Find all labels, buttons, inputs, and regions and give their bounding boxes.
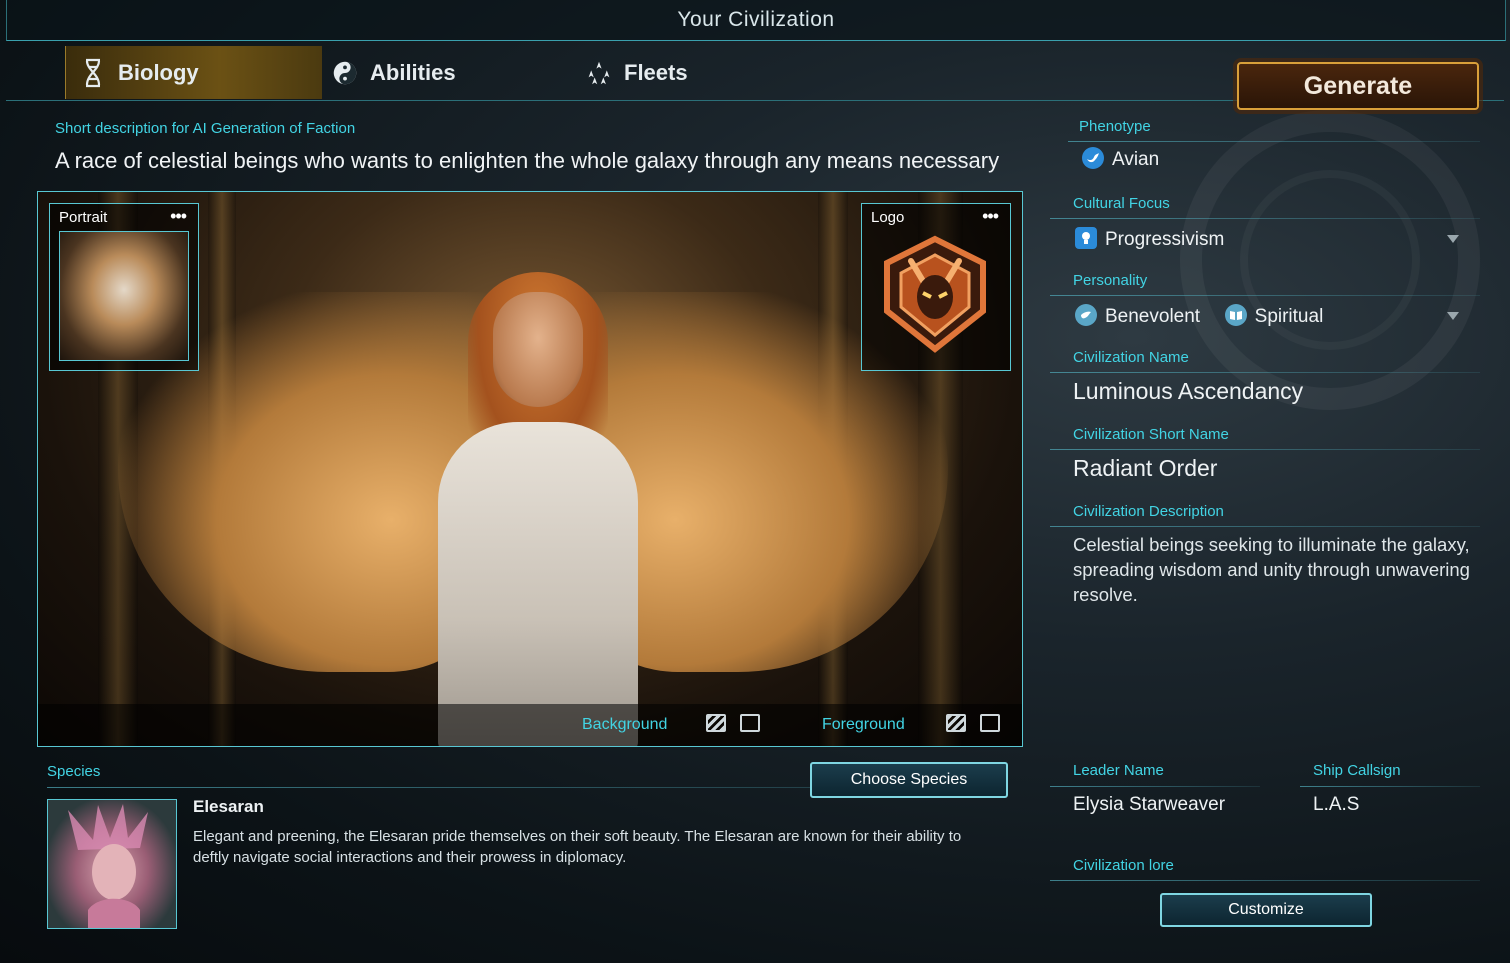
personality-label: Personality bbox=[1073, 272, 1148, 289]
divider bbox=[1050, 295, 1480, 296]
foreground-regenerate-icon[interactable] bbox=[946, 714, 966, 732]
portrait-image bbox=[59, 231, 189, 361]
civ-description-label: Civilization Description bbox=[1073, 503, 1224, 520]
tab-fleets[interactable]: Fleets bbox=[586, 46, 806, 99]
generate-button[interactable]: Generate bbox=[1237, 62, 1479, 110]
figure-dress bbox=[438, 422, 638, 746]
short-description-input[interactable]: A race of celestial beings who wants to … bbox=[55, 148, 1030, 174]
species-label: Species bbox=[47, 763, 101, 780]
choose-species-button[interactable]: Choose Species bbox=[810, 762, 1008, 798]
fleet-icon bbox=[586, 58, 612, 88]
angel-figure bbox=[438, 272, 638, 746]
figure-head bbox=[493, 292, 583, 407]
short-description-label: Short description for AI Generation of F… bbox=[55, 120, 356, 137]
divider bbox=[1050, 449, 1480, 450]
cultural-focus-label: Cultural Focus bbox=[1073, 195, 1170, 212]
window-title-bar: Your Civilization bbox=[6, 0, 1506, 41]
faction-emblem-icon bbox=[884, 235, 986, 353]
species-portrait-art bbox=[68, 804, 148, 928]
portrait-card[interactable]: Portrait ••• bbox=[49, 203, 199, 371]
foreground-label: Foreground bbox=[822, 716, 905, 733]
civ-short-name-label: Civilization Short Name bbox=[1073, 426, 1229, 443]
species-image bbox=[47, 799, 177, 929]
tab-abilities[interactable]: Abilities bbox=[332, 46, 552, 99]
phenotype-text: Avian bbox=[1112, 149, 1160, 171]
personality-value-1: Benevolent bbox=[1105, 306, 1201, 328]
chevron-down-icon[interactable] bbox=[1447, 235, 1459, 243]
cultural-focus-dropdown[interactable]: Progressivism bbox=[1075, 227, 1225, 251]
civ-lore-label: Civilization lore bbox=[1073, 857, 1174, 874]
tab-biology[interactable]: Biology bbox=[65, 46, 322, 99]
portrait-label: Portrait bbox=[59, 209, 108, 226]
civ-name-label: Civilization Name bbox=[1073, 349, 1189, 366]
layer-controls: Background Foreground bbox=[38, 704, 1022, 746]
divider bbox=[1050, 526, 1480, 527]
species-description: Elegant and preening, the Elesaran pride… bbox=[193, 828, 962, 866]
tab-biology-label: Biology bbox=[118, 59, 199, 85]
cultural-focus-text: Progressivism bbox=[1105, 229, 1225, 251]
personality-value-2: Spiritual bbox=[1254, 306, 1324, 328]
portrait-more-icon[interactable]: ••• bbox=[170, 206, 187, 227]
logo-more-icon[interactable]: ••• bbox=[982, 206, 999, 227]
foreground-image-icon[interactable] bbox=[980, 714, 1000, 732]
ship-callsign-label: Ship Callsign bbox=[1313, 762, 1401, 779]
civ-short-name-input[interactable]: Radiant Order bbox=[1073, 455, 1217, 482]
divider bbox=[1050, 218, 1480, 219]
phenotype-label: Phenotype bbox=[1079, 118, 1151, 135]
ship-callsign-input[interactable]: L.A.S bbox=[1313, 794, 1359, 816]
leader-name-label: Leader Name bbox=[1073, 762, 1164, 779]
tab-fleets-label: Fleets bbox=[624, 59, 688, 85]
species-name: Elesaran bbox=[193, 797, 264, 816]
dna-icon bbox=[80, 58, 106, 88]
divider bbox=[1068, 141, 1480, 142]
lightbulb-icon bbox=[1075, 227, 1097, 249]
logo-label: Logo bbox=[871, 209, 905, 226]
background-label: Background bbox=[582, 716, 668, 733]
civ-name-input[interactable]: Luminous Ascendancy bbox=[1073, 378, 1303, 405]
background-regenerate-icon[interactable] bbox=[706, 714, 726, 732]
yin-yang-icon bbox=[332, 58, 358, 88]
divider bbox=[1050, 880, 1480, 881]
personality-dropdown[interactable]: Benevolent Spiritual bbox=[1075, 304, 1324, 328]
divider bbox=[1050, 786, 1260, 787]
phenotype-value[interactable]: Avian bbox=[1082, 147, 1160, 171]
dove-icon bbox=[1075, 304, 1097, 326]
book-icon bbox=[1224, 304, 1247, 326]
bird-icon bbox=[1082, 147, 1104, 169]
background-image-icon[interactable] bbox=[740, 714, 760, 732]
chevron-down-icon[interactable] bbox=[1447, 312, 1459, 320]
leader-name-input[interactable]: Elysia Starweaver bbox=[1073, 794, 1225, 816]
civ-description-input[interactable]: Celestial beings seeking to illuminate t… bbox=[1073, 532, 1473, 607]
customize-button[interactable]: Customize bbox=[1160, 893, 1372, 927]
divider bbox=[1300, 786, 1480, 787]
window-title: Your Civilization bbox=[677, 8, 835, 31]
logo-card[interactable]: Logo ••• bbox=[861, 203, 1011, 371]
tab-abilities-label: Abilities bbox=[370, 59, 456, 85]
logo-image bbox=[871, 231, 999, 359]
divider bbox=[1050, 372, 1480, 373]
